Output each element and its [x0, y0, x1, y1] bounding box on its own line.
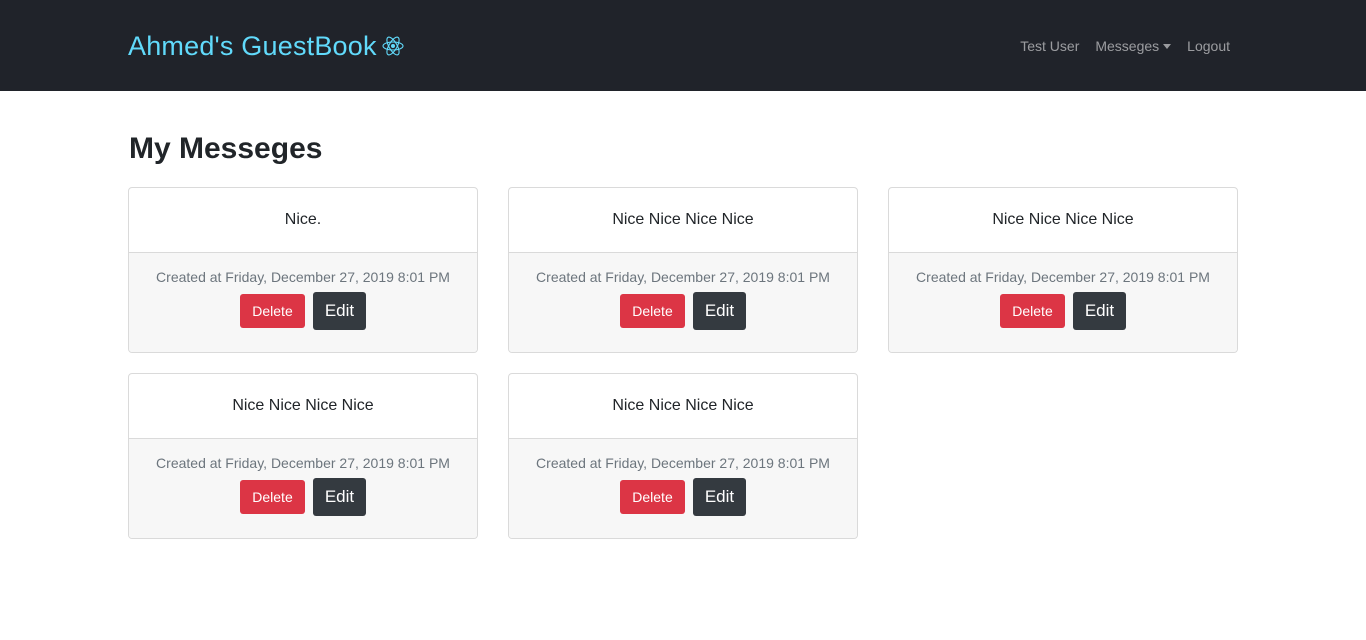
nav-user-link[interactable]: Test User — [1020, 38, 1079, 54]
created-at: Created at Friday, December 27, 2019 8:0… — [536, 269, 830, 285]
message-footer: Created at Friday, December 27, 2019 8:0… — [129, 439, 477, 538]
delete-button[interactable]: Delete — [1000, 294, 1065, 328]
edit-button[interactable]: Edit — [313, 478, 366, 516]
message-text: Nice. — [129, 188, 477, 253]
message-text: Nice Nice Nice Nice — [129, 374, 477, 439]
message-card: Nice Nice Nice Nice Created at Friday, D… — [508, 187, 858, 353]
message-card: Nice. Created at Friday, December 27, 20… — [128, 187, 478, 353]
message-text: Nice Nice Nice Nice — [509, 188, 857, 253]
message-card: Nice Nice Nice Nice Created at Friday, D… — [128, 373, 478, 539]
message-actions: Delete Edit — [620, 478, 746, 516]
navbar: Ahmed's GuestBook Test User Messeges Log… — [0, 0, 1366, 91]
edit-button[interactable]: Edit — [693, 478, 746, 516]
message-actions: Delete Edit — [240, 292, 366, 330]
nav-messages-label: Messeges — [1095, 38, 1160, 54]
nav-messages-dropdown[interactable]: Messeges — [1095, 38, 1172, 54]
created-at: Created at Friday, December 27, 2019 8:0… — [156, 269, 450, 285]
message-footer: Created at Friday, December 27, 2019 8:0… — [889, 253, 1237, 352]
message-text: Nice Nice Nice Nice — [509, 374, 857, 439]
message-card: Nice Nice Nice Nice Created at Friday, D… — [888, 187, 1238, 353]
message-footer: Created at Friday, December 27, 2019 8:0… — [509, 253, 857, 352]
created-at: Created at Friday, December 27, 2019 8:0… — [156, 455, 450, 471]
delete-button[interactable]: Delete — [620, 294, 685, 328]
delete-button[interactable]: Delete — [620, 480, 685, 514]
nav-logout-link[interactable]: Logout — [1187, 38, 1230, 54]
message-card: Nice Nice Nice Nice Created at Friday, D… — [508, 373, 858, 539]
caret-down-icon — [1163, 43, 1172, 49]
edit-button[interactable]: Edit — [313, 292, 366, 330]
message-actions: Delete Edit — [620, 292, 746, 330]
message-footer: Created at Friday, December 27, 2019 8:0… — [129, 253, 477, 352]
message-text: Nice Nice Nice Nice — [889, 188, 1237, 253]
edit-button[interactable]: Edit — [1073, 292, 1126, 330]
created-at: Created at Friday, December 27, 2019 8:0… — [916, 269, 1210, 285]
page-title: My Messeges — [129, 132, 323, 165]
created-at: Created at Friday, December 27, 2019 8:0… — [536, 455, 830, 471]
nav-links: Test User Messeges Logout — [1020, 36, 1230, 56]
delete-button[interactable]: Delete — [240, 480, 305, 514]
edit-button[interactable]: Edit — [693, 292, 746, 330]
brand-title: Ahmed's GuestBook — [128, 30, 377, 61]
brand-link[interactable]: Ahmed's GuestBook — [128, 28, 405, 64]
message-actions: Delete Edit — [240, 478, 366, 516]
message-footer: Created at Friday, December 27, 2019 8:0… — [509, 439, 857, 538]
react-atom-icon — [382, 36, 404, 56]
message-actions: Delete Edit — [1000, 292, 1126, 330]
delete-button[interactable]: Delete — [240, 294, 305, 328]
